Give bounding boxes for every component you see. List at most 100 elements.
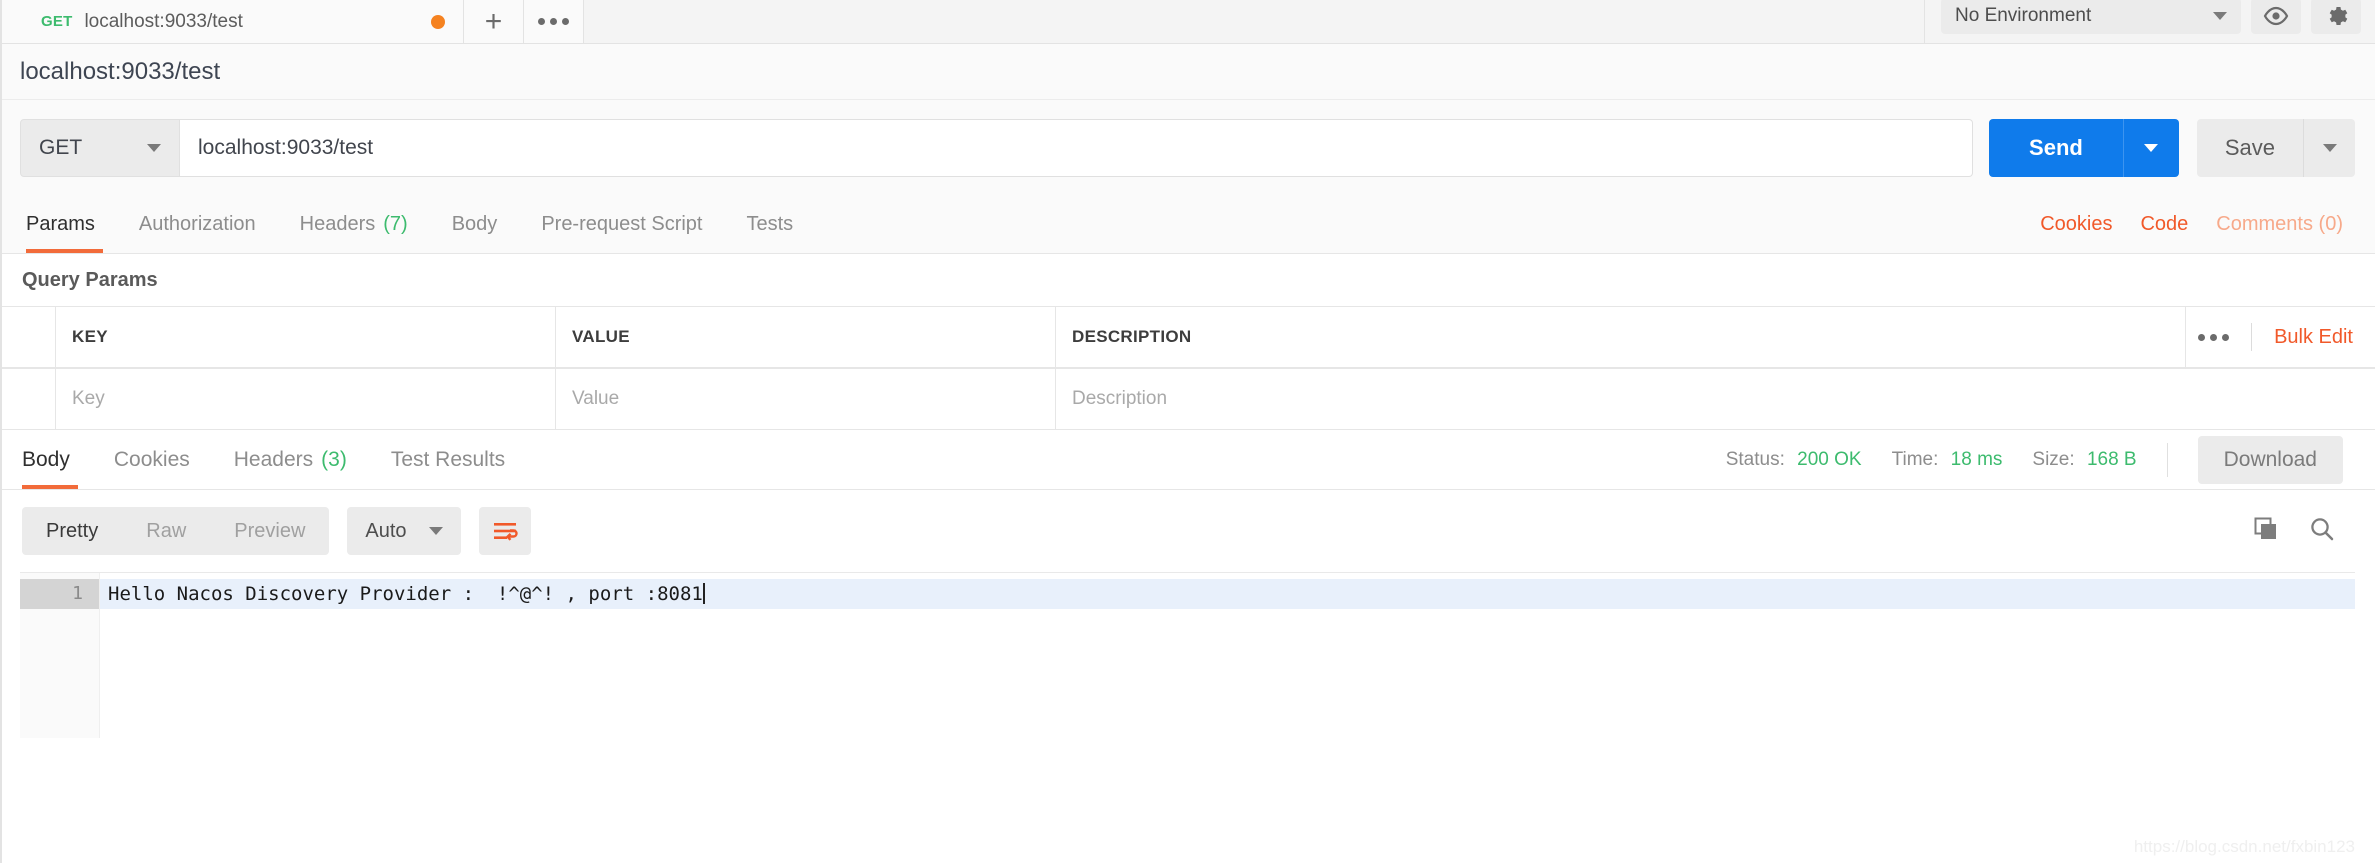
- view-mode-preview[interactable]: Preview: [210, 507, 329, 555]
- tab-method-label: GET: [41, 13, 73, 30]
- header-checkbox-cell: [0, 307, 56, 367]
- chevron-down-icon: [147, 144, 161, 152]
- response-body-editor[interactable]: 1 Hello Nacos Discovery Provider : !^@^!…: [20, 572, 2355, 738]
- table-header-row: KEY VALUE DESCRIPTION Bulk Edit: [0, 306, 2375, 368]
- copy-icon: [2254, 517, 2276, 539]
- tab-authorization[interactable]: Authorization: [117, 196, 278, 253]
- search-button[interactable]: [2309, 516, 2335, 547]
- row-key-input[interactable]: Key: [56, 369, 556, 429]
- response-toolbar: Pretty Raw Preview Auto: [0, 490, 2375, 572]
- tab-bar: GET localhost:9033/test + No Environment: [0, 0, 2375, 44]
- response-tab-test-results-label: Test Results: [390, 447, 506, 471]
- tab-authorization-label: Authorization: [138, 213, 256, 235]
- chevron-down-icon: [2322, 144, 2337, 152]
- url-input-value: localhost:9033/test: [198, 136, 374, 159]
- response-tab-cookies[interactable]: Cookies: [92, 430, 212, 489]
- response-status-bar: Status: 200 OK Time: 18 ms Size: 168 B D…: [1726, 430, 2359, 489]
- environment-selected-label: No Environment: [1955, 4, 2092, 26]
- save-button[interactable]: Save: [2196, 119, 2303, 177]
- tab-params[interactable]: Params: [20, 196, 117, 253]
- tab-pre-request-script-label: Pre-request Script: [541, 213, 703, 235]
- view-mode-pretty[interactable]: Pretty: [22, 507, 122, 555]
- query-params-title: Query Params: [0, 254, 2375, 306]
- divider: [2251, 323, 2253, 351]
- chevron-down-icon: [2144, 144, 2159, 152]
- environment-quick-look-button[interactable]: [2251, 0, 2301, 34]
- size-value: 168 B: [2086, 448, 2137, 470]
- request-tab-active[interactable]: GET localhost:9033/test: [0, 0, 464, 43]
- send-options-button[interactable]: [2122, 119, 2179, 177]
- response-tab-body-label: Body: [22, 447, 70, 471]
- response-tab-body[interactable]: Body: [16, 430, 92, 489]
- tab-options-button[interactable]: [524, 0, 584, 43]
- request-title-bar: localhost:9033/test: [0, 44, 2375, 100]
- copy-button[interactable]: [2253, 516, 2279, 547]
- text-cursor: [702, 583, 705, 604]
- tab-pre-request-script[interactable]: Pre-request Script: [519, 196, 724, 253]
- tab-title-label: localhost:9033/test: [84, 10, 243, 32]
- send-button[interactable]: Send: [1989, 119, 2123, 177]
- cookies-link[interactable]: Cookies: [2040, 213, 2112, 236]
- divider: [2166, 442, 2168, 477]
- settings-button[interactable]: [2311, 0, 2361, 34]
- query-params-table: KEY VALUE DESCRIPTION Bulk Edit Key Valu…: [0, 306, 2375, 430]
- tab-body[interactable]: Body: [430, 196, 520, 253]
- params-options-icon[interactable]: [2198, 333, 2230, 341]
- left-sidebar-edge: [0, 0, 2, 863]
- response-tab-test-results[interactable]: Test Results: [369, 430, 527, 489]
- header-value-cell: VALUE: [556, 307, 1056, 367]
- environment-select[interactable]: No Environment: [1941, 0, 2241, 34]
- comments-link[interactable]: Comments (0): [2216, 213, 2343, 236]
- response-view-mode-group: Pretty Raw Preview: [22, 507, 330, 555]
- view-mode-raw[interactable]: Raw: [122, 507, 210, 555]
- url-bar: GET localhost:9033/test Send Save: [0, 100, 2375, 196]
- row-checkbox-cell[interactable]: [0, 369, 56, 429]
- word-wrap-icon: [493, 523, 518, 541]
- line-number-gutter: 1: [20, 573, 100, 738]
- status-value: 200 OK: [1797, 448, 1862, 470]
- response-tab-headers[interactable]: Headers (3): [212, 430, 369, 489]
- environment-zone: No Environment: [1924, 0, 2375, 43]
- response-format-select[interactable]: Auto: [347, 507, 461, 555]
- response-body-text: Hello Nacos Discovery Provider : !^@^! ,…: [108, 583, 703, 605]
- http-method-label: GET: [39, 136, 83, 159]
- bulk-edit-zone: Bulk Edit: [2185, 307, 2375, 367]
- row-value-input[interactable]: Value: [556, 369, 1056, 429]
- response-tools-right: [2253, 516, 2353, 547]
- row-description-input[interactable]: Description: [1056, 369, 2375, 429]
- url-input[interactable]: localhost:9033/test: [180, 119, 1974, 177]
- bulk-edit-button[interactable]: Bulk Edit: [2274, 326, 2353, 349]
- http-method-select[interactable]: GET: [20, 119, 180, 177]
- gear-icon: [2329, 6, 2348, 25]
- tab-params-label: Params: [26, 213, 95, 235]
- request-tabs: Params Authorization Headers (7) Body Pr…: [0, 196, 2375, 254]
- table-row: Key Value Description: [0, 368, 2375, 430]
- search-icon: [2311, 517, 2334, 540]
- code-link[interactable]: Code: [2140, 213, 2188, 236]
- time-badge: Time: 18 ms: [1892, 449, 2003, 471]
- save-options-button[interactable]: [2303, 119, 2355, 177]
- word-wrap-button[interactable]: [478, 507, 531, 555]
- header-key-cell: KEY: [56, 307, 556, 367]
- tab-tests-label: Tests: [746, 213, 794, 235]
- save-button-group: Save: [2196, 119, 2355, 177]
- tab-headers-label: Headers: [299, 213, 376, 235]
- response-tab-cookies-label: Cookies: [113, 447, 190, 471]
- response-format-label: Auto: [365, 519, 407, 542]
- chevron-down-icon: [2213, 11, 2227, 20]
- ellipsis-icon: [538, 18, 569, 25]
- new-tab-button[interactable]: +: [464, 0, 524, 43]
- tab-tests[interactable]: Tests: [724, 196, 815, 253]
- status-badge: Status: 200 OK: [1726, 449, 1862, 471]
- response-tab-headers-label: Headers: [233, 447, 314, 471]
- download-button[interactable]: Download: [2197, 435, 2343, 484]
- watermark: https://blog.csdn.net/fxbin123: [2133, 837, 2355, 856]
- page-title: localhost:9033/test: [20, 57, 221, 85]
- size-label: Size:: [2032, 448, 2075, 470]
- plus-icon: +: [484, 4, 503, 38]
- response-tab-headers-count: (3): [321, 447, 347, 471]
- size-badge: Size: 168 B: [2032, 449, 2136, 471]
- tab-headers[interactable]: Headers (7): [278, 196, 430, 253]
- query-params-title-label: Query Params: [22, 268, 158, 291]
- request-tabs-right-links: Cookies Code Comments (0): [2040, 196, 2355, 253]
